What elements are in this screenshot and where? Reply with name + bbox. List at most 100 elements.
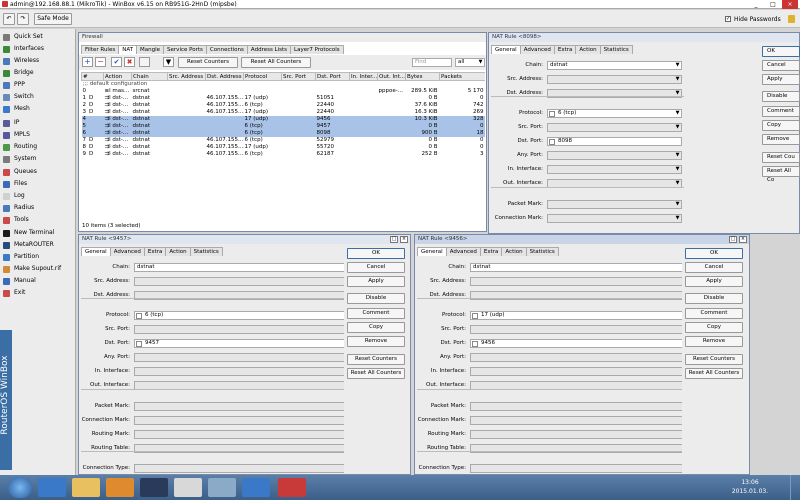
routing-mark-field[interactable]: ▼ <box>470 430 682 439</box>
reset-all-counters-button[interactable]: Reset All Co <box>762 166 800 183</box>
sidebar-item-system[interactable]: System <box>0 153 76 165</box>
sidebar-item-mpls[interactable]: MPLS <box>0 129 76 141</box>
column-header[interactable]: Action <box>103 72 132 81</box>
sidebar-item-interfaces[interactable]: Interfaces <box>0 43 76 55</box>
close-icon[interactable]: × <box>739 236 747 243</box>
tab-nat[interactable]: NAT <box>118 45 138 54</box>
comment-button[interactable]: Comment <box>347 308 405 319</box>
dst-port-field[interactable]: 9457 <box>134 339 344 348</box>
table-row[interactable]: 0 ≡l mas... srcnat pppoe-... 289.5 KiB 5 170 <box>82 88 486 95</box>
dst-port-field[interactable]: 9456 <box>470 339 682 348</box>
negate-checkbox[interactable] <box>549 139 555 145</box>
sidebar-item-bridge[interactable]: Bridge <box>0 67 76 79</box>
chevron-down-icon[interactable]: ▼ <box>674 152 681 159</box>
tab-statistics[interactable]: Statistics <box>189 247 223 256</box>
sidebar-item-ppp[interactable]: PPP <box>0 79 76 91</box>
disable-icon[interactable]: ✖ <box>124 57 135 67</box>
chevron-down-icon[interactable]: ▼ <box>674 110 681 117</box>
filter-select[interactable]: all ▼ <box>455 58 485 67</box>
table-row[interactable]: 7 D ⇉l dst-... dstnat 46.107.155.... 6 (tcp) 5… <box>82 137 486 144</box>
maximize-icon[interactable]: □ <box>390 236 398 243</box>
sidebar-item-metarouter[interactable]: MetaROUTER <box>0 239 76 251</box>
close-icon[interactable]: × <box>400 236 408 243</box>
tab-layer7-protocols[interactable]: Layer7 Protocols <box>290 45 344 54</box>
safe-mode-button[interactable]: Safe Mode <box>34 13 72 25</box>
negate-checkbox[interactable] <box>549 111 555 117</box>
tab-statistics[interactable]: Statistics <box>525 247 559 256</box>
column-header[interactable]: Chain <box>131 72 168 81</box>
reset-counters-button[interactable]: Reset Cou <box>762 152 800 163</box>
packet-mark-field[interactable]: ▼ <box>134 402 344 411</box>
add-icon[interactable]: + <box>82 57 93 67</box>
chain-field[interactable]: dstnat▼ <box>547 61 682 70</box>
sidebar-item-files[interactable]: Files <box>0 178 76 190</box>
src-port-field[interactable]: ▼ <box>134 325 344 334</box>
chain-field[interactable]: dstnat▼ <box>470 263 682 272</box>
reset-all-counters-button[interactable]: Reset All Counters <box>685 368 743 379</box>
table-row[interactable]: 3 D ⇉l dst-... dstnat 46.107.155.... 17 (udp)… <box>82 109 486 116</box>
sidebar-item-wireless[interactable]: Wireless <box>0 55 76 67</box>
apply-button[interactable]: Apply <box>347 276 405 287</box>
table-row[interactable]: 6 ⇉l dst-... dstnat 6 (tcp) 8098 900 B 18 <box>81 129 485 137</box>
ok-button[interactable]: OK <box>347 248 405 259</box>
src-address-field[interactable]: ▼ <box>134 277 344 286</box>
sidebar-item-make-supout-rif[interactable]: Make Supout.rif <box>0 263 76 275</box>
hide-passwords-checkbox[interactable]: ✓ <box>725 16 731 22</box>
routing-mark-field[interactable]: ▼ <box>134 430 344 439</box>
apply-button[interactable]: Apply <box>685 276 743 287</box>
tab-advanced[interactable]: Advanced <box>445 247 481 256</box>
chevron-down-icon[interactable]: ▼ <box>674 62 681 69</box>
table-row[interactable]: 5 ⇉l dst-... dstnat 6 (tcp) 9457 0 B0 <box>81 122 485 130</box>
sidebar-item-radius[interactable]: Radius <box>0 202 76 214</box>
column-header[interactable]: Dst. Port <box>315 72 350 81</box>
maximize-button[interactable]: □ <box>765 0 781 9</box>
protocol-field[interactable]: 6 (tcp)▼ <box>134 311 344 320</box>
steam-icon[interactable] <box>140 478 168 497</box>
protocol-field[interactable]: 17 (udp)▼ <box>470 311 682 320</box>
skype-icon[interactable] <box>208 478 236 497</box>
src-port-field[interactable]: ▼ <box>470 325 682 334</box>
sidebar-item-quick-set[interactable]: Quick Set <box>0 31 76 43</box>
packet-mark-field[interactable]: ▼ <box>470 402 682 411</box>
comment-button[interactable]: Comment <box>762 106 800 117</box>
table-row[interactable]: 9 D ⇉l dst-... dstnat 46.107.155.... 6 (tcp) 6… <box>82 151 486 158</box>
tab-statistics[interactable]: Statistics <box>599 45 633 54</box>
column-header[interactable]: Src. Port <box>281 72 316 81</box>
ok-button[interactable]: OK <box>685 248 743 259</box>
internet-explorer-icon[interactable] <box>38 478 66 497</box>
tab-extra[interactable]: Extra <box>553 45 577 54</box>
fw-reset-counters-button[interactable]: Reset Counters <box>178 57 238 68</box>
ok-button[interactable]: OK <box>762 46 800 57</box>
disable-button[interactable]: Disable <box>347 293 405 304</box>
tab-extra[interactable]: Extra <box>143 247 167 256</box>
tab-action[interactable]: Action <box>501 247 527 256</box>
sidebar-item-routing[interactable]: Routing <box>0 141 76 153</box>
remove-button[interactable]: Remove <box>685 336 743 347</box>
negate-checkbox[interactable] <box>472 313 478 319</box>
src-port-field[interactable]: ▼ <box>547 123 682 132</box>
sidebar-item-switch[interactable]: Switch <box>0 91 76 103</box>
table-row[interactable]: 8 D ⇉l dst-... dstnat 46.107.155.... 17 (udp)… <box>82 144 486 151</box>
reset-counters-button[interactable]: Reset Counters <box>347 354 405 365</box>
sidebar-item-log[interactable]: Log <box>0 190 76 202</box>
clock[interactable]: 13:06 2015.01.03. <box>730 478 770 496</box>
sidebar-item-ip[interactable]: IP <box>0 117 76 129</box>
minimize-button[interactable]: _ <box>748 0 764 9</box>
column-header[interactable]: Dst. Address <box>205 72 244 81</box>
show-desktop-button[interactable] <box>790 475 800 500</box>
chevron-down-icon[interactable]: ▼ <box>674 215 681 222</box>
winbox-taskbar-icon[interactable] <box>278 478 306 497</box>
connection-mark-field[interactable]: ▼ <box>547 214 682 223</box>
src-address-field[interactable]: ▼ <box>547 75 682 84</box>
connection-mark-field[interactable]: ▼ <box>470 416 682 425</box>
packet-mark-field[interactable]: ▼ <box>547 200 682 209</box>
any-port-field[interactable]: ▼ <box>547 151 682 160</box>
enable-icon[interactable]: ✔ <box>111 57 122 67</box>
undo-button[interactable]: ↶ <box>3 13 15 25</box>
any-port-field[interactable]: ▼ <box>470 353 682 362</box>
tab-general[interactable]: General <box>417 247 447 256</box>
chevron-down-icon[interactable]: ▼ <box>674 180 681 187</box>
protocol-field[interactable]: 6 (tcp)▼ <box>547 109 682 118</box>
comment-icon[interactable] <box>139 57 150 67</box>
column-header[interactable]: Out. Int... <box>377 72 406 81</box>
